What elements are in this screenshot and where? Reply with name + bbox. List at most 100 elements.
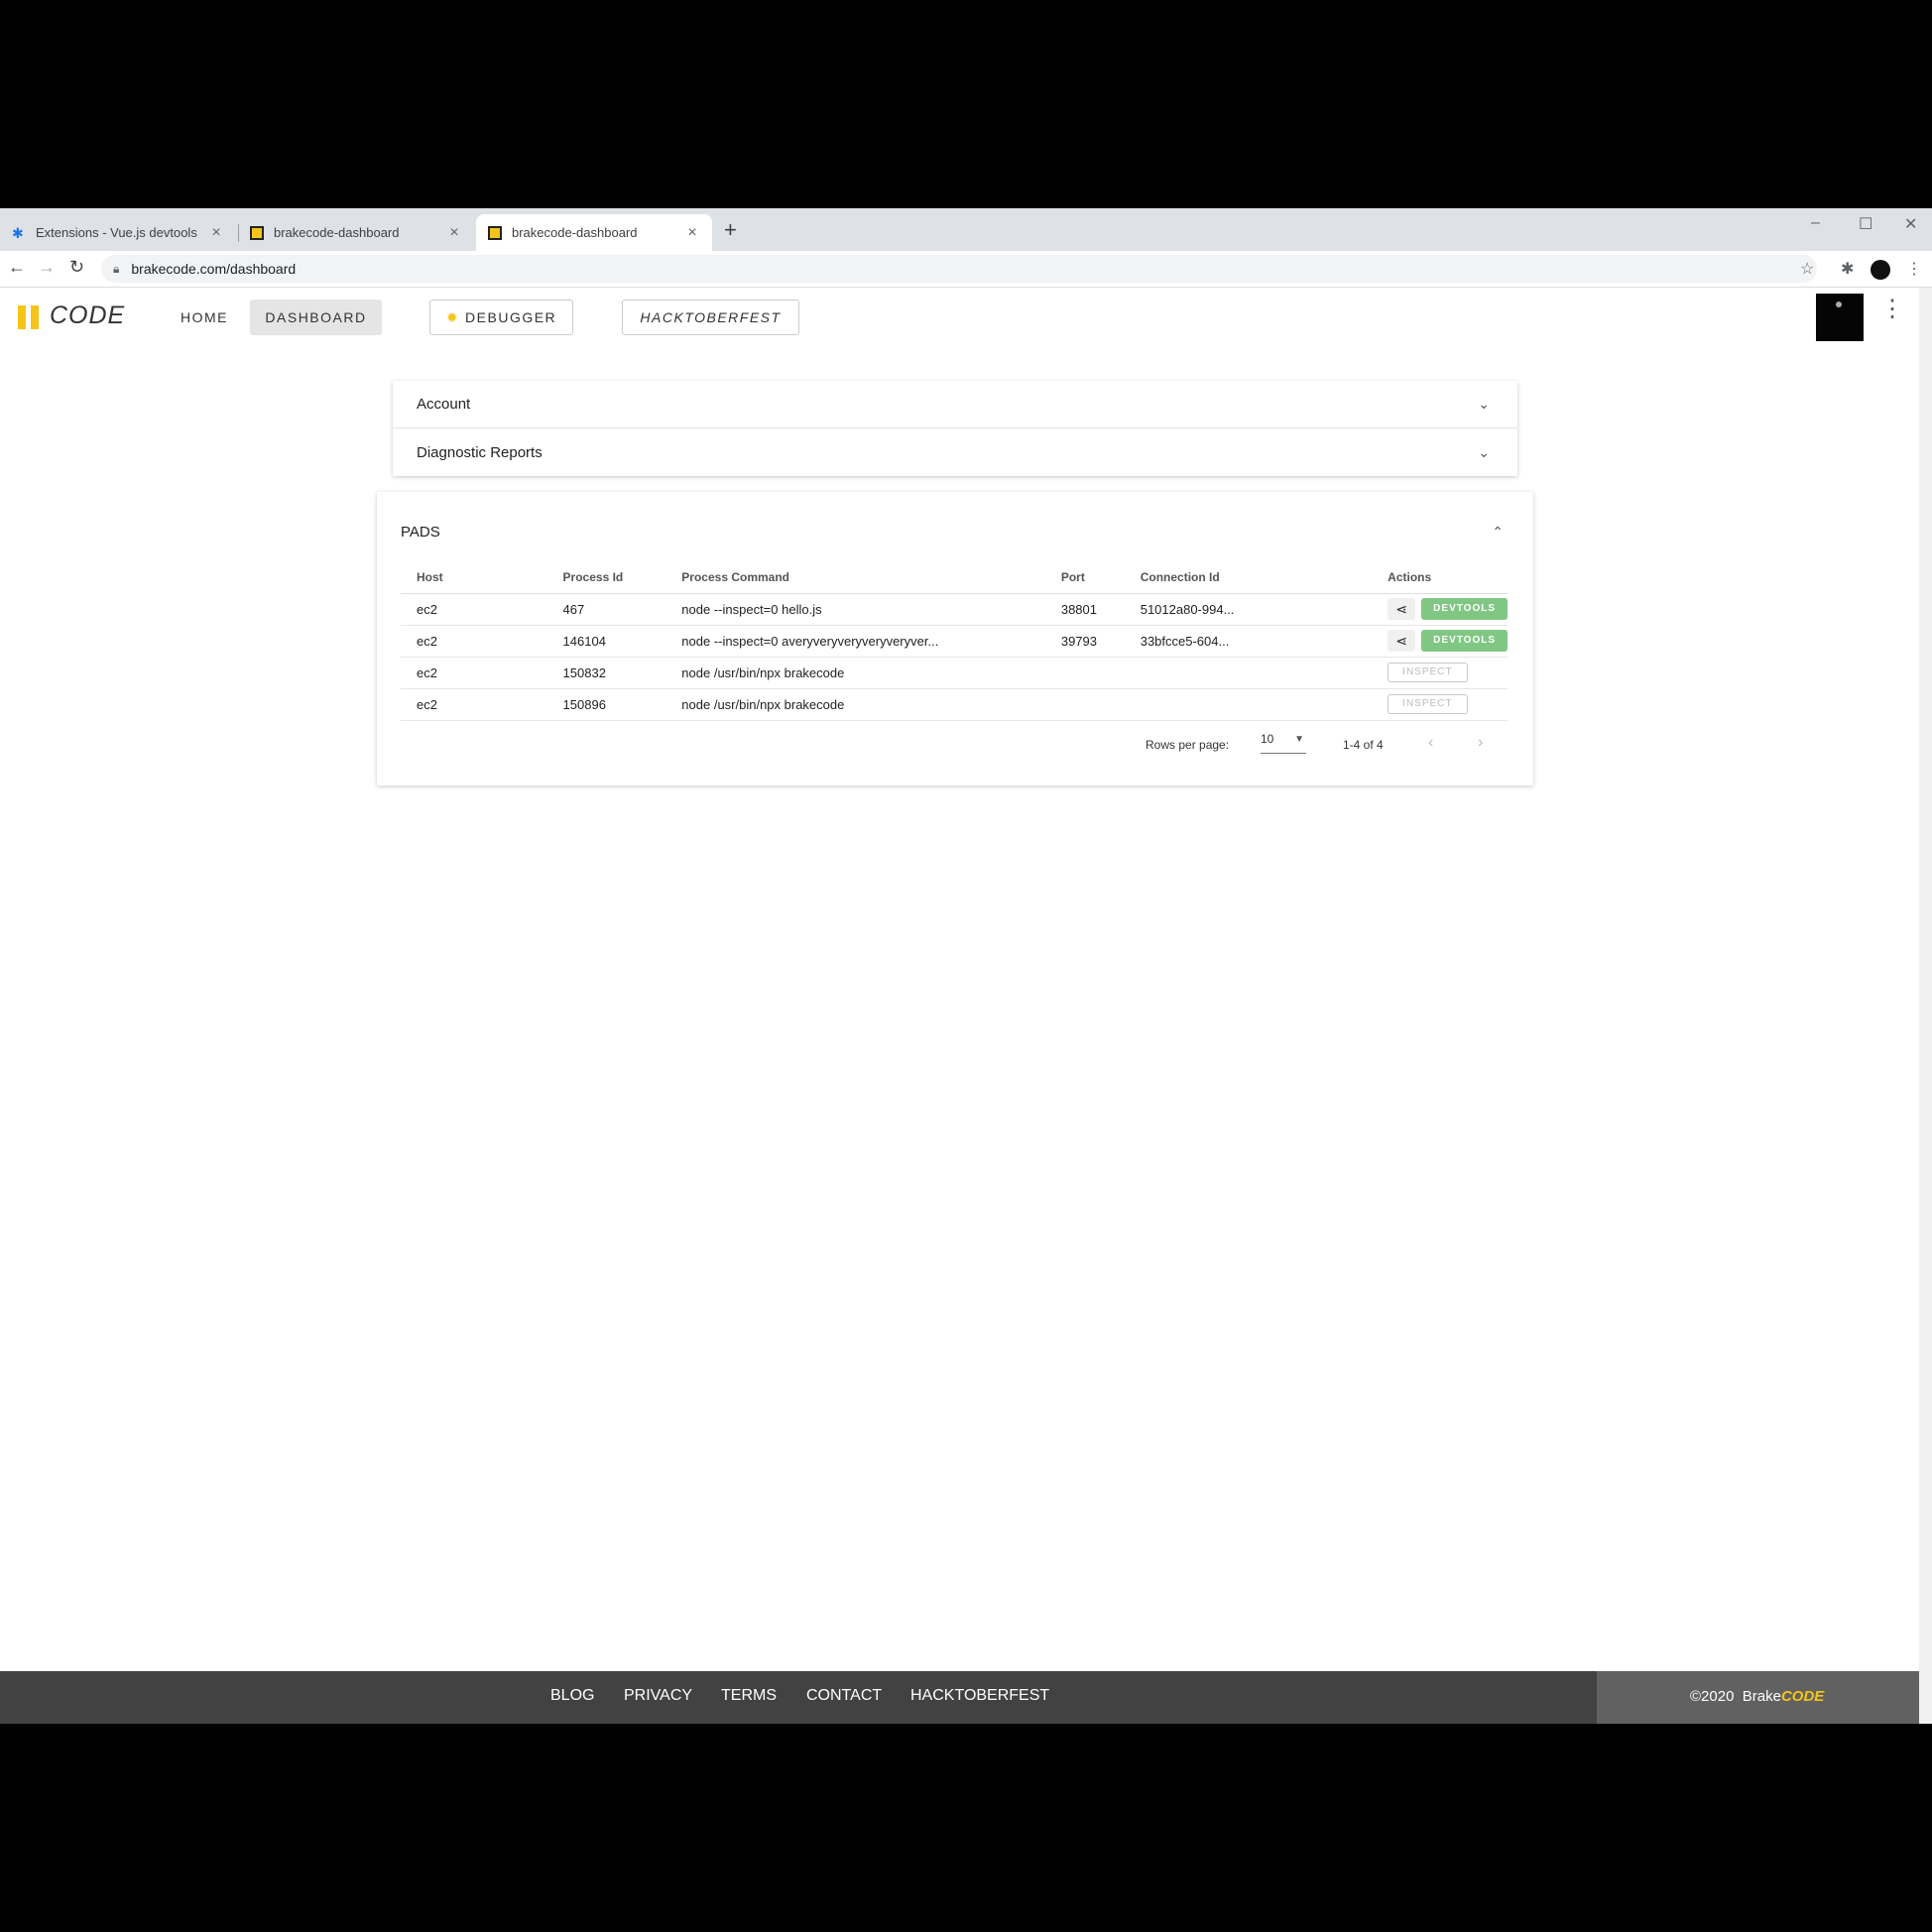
chevron-down-icon: ⌄: [1478, 443, 1490, 460]
prev-page-icon[interactable]: ‹: [1428, 734, 1433, 752]
col-connection-id[interactable]: Connection Id: [1124, 561, 1373, 594]
cell-port: [1044, 688, 1125, 721]
bookmark-star-icon[interactable]: ☆: [1800, 259, 1814, 279]
url-text: brakecode.com/dashboard: [131, 261, 297, 277]
footer-link-hacktoberfest[interactable]: HACKTOBERFEST: [910, 1687, 1049, 1705]
tab-dashboard-1[interactable]: brakecode-dashboard ×: [238, 214, 474, 251]
cell-actions: INSPECT: [1372, 688, 1508, 721]
rows-per-page-select[interactable]: 10 ▼: [1261, 732, 1306, 754]
cell-command: node --inspect=0 averyveryveryveryveryve…: [665, 625, 1045, 658]
screen: ✱ Extensions - Vue.js devtools × brakeco…: [0, 208, 1932, 1724]
cell-actions: INSPECT: [1372, 657, 1508, 689]
back-icon[interactable]: ←: [8, 257, 26, 278]
close-icon[interactable]: ×: [684, 224, 700, 242]
minimize-icon[interactable]: –: [1811, 214, 1820, 232]
brand-suffix: CODE: [1780, 1688, 1825, 1705]
col-actions: Actions: [1372, 561, 1508, 594]
user-avatar[interactable]: [1816, 294, 1864, 341]
cell-host: ec2: [401, 625, 547, 658]
panel-account[interactable]: Account ⌄: [393, 381, 1517, 428]
footer: BLOG PRIVACY TERMS CONTACT HACKTOBERFEST…: [0, 1671, 1919, 1724]
cell-port: [1044, 657, 1125, 689]
page-scrollbar[interactable]: [1919, 288, 1932, 1724]
tab-title: Extensions - Vue.js devtools: [36, 225, 197, 240]
copyright: ©2020 BrakeCODE: [1690, 1688, 1824, 1705]
nav-debugger[interactable]: ✹ DEBUGGER: [429, 300, 573, 335]
table-row: ec2 150832 node /usr/bin/npx brakecode I…: [401, 657, 1508, 689]
cell-command: node /usr/bin/npx brakecode: [665, 688, 1045, 721]
rows-per-page-label: Rows per page:: [1146, 738, 1230, 752]
extensions-icon[interactable]: ✱: [1841, 259, 1854, 279]
share-icon[interactable]: ⋖: [1388, 630, 1416, 652]
rows-per-page-value: 10: [1261, 732, 1274, 746]
window-close-icon[interactable]: ✕: [1904, 214, 1917, 234]
cell-connection: [1124, 688, 1373, 721]
brakecode-logo-icon[interactable]: [18, 305, 39, 329]
lock-icon: 🔒︎: [113, 261, 120, 276]
nav-dashboard[interactable]: DASHBOARD: [250, 300, 382, 335]
cell-connection: [1124, 657, 1373, 689]
table-row: ec2 150896 node /usr/bin/npx brakecode I…: [401, 688, 1508, 721]
cell-pid: 467: [546, 593, 666, 626]
more-vert-icon[interactable]: ⋮: [1880, 298, 1904, 321]
logo-text[interactable]: CODE: [50, 302, 125, 330]
maximize-icon[interactable]: ☐: [1859, 214, 1872, 234]
cell-host: ec2: [401, 657, 547, 689]
next-page-icon[interactable]: ›: [1478, 734, 1483, 752]
inspect-button[interactable]: INSPECT: [1388, 663, 1468, 682]
col-process-command[interactable]: Process Command: [665, 561, 1045, 594]
cell-port: 39793: [1044, 625, 1125, 658]
table-row: ec2 467 node --inspect=0 hello.js 38801 …: [401, 593, 1508, 626]
pagination-range: 1-4 of 4: [1343, 738, 1384, 752]
account-panels: Account ⌄ Diagnostic Reports ⌄: [393, 381, 1517, 476]
cell-pid: 150832: [546, 657, 666, 689]
nav-debugger-label: DEBUGGER: [465, 309, 557, 325]
new-tab-icon[interactable]: +: [724, 219, 737, 241]
col-port[interactable]: Port: [1044, 561, 1125, 594]
cell-connection: 51012a80-994...: [1124, 593, 1373, 626]
devtools-button[interactable]: DEVTOOLS: [1421, 630, 1508, 652]
tab-title: brakecode-dashboard: [274, 225, 400, 240]
cell-actions: ⋖ DEVTOOLS: [1372, 593, 1508, 626]
cell-host: ec2: [401, 688, 547, 721]
chevron-down-icon: ⌄: [1478, 396, 1490, 412]
browser-menu-icon[interactable]: ⋮: [1906, 259, 1922, 279]
panel-diagnostic-reports[interactable]: Diagnostic Reports ⌄: [393, 428, 1517, 476]
cell-command: node /usr/bin/npx brakecode: [665, 657, 1045, 689]
chevron-up-icon[interactable]: ⌃: [1492, 524, 1504, 541]
footer-link-privacy[interactable]: PRIVACY: [624, 1687, 692, 1705]
close-icon[interactable]: ×: [446, 224, 462, 242]
reload-icon[interactable]: ↻: [69, 257, 84, 278]
cell-command: node --inspect=0 hello.js: [665, 593, 1045, 626]
tab-title: brakecode-dashboard: [512, 225, 638, 240]
browser-toolbar: ← → ↻ 🔒︎ brakecode.com/dashboard ☆ ✱ ⋮: [0, 251, 1932, 288]
tab-extensions[interactable]: ✱ Extensions - Vue.js devtools ×: [0, 214, 236, 251]
brand-prefix: Brake: [1742, 1688, 1781, 1705]
col-process-id[interactable]: Process Id: [546, 561, 666, 594]
brakecode-favicon-icon: [488, 225, 502, 240]
panel-diagnostic-label: Diagnostic Reports: [417, 443, 543, 461]
footer-link-contact[interactable]: CONTACT: [806, 1687, 882, 1705]
inspect-button[interactable]: INSPECT: [1388, 694, 1468, 714]
nav-hacktoberfest[interactable]: HACKTOBERFEST: [622, 300, 799, 335]
table-row: ec2 146104 node --inspect=0 averyveryver…: [401, 625, 1508, 658]
close-icon[interactable]: ×: [208, 224, 224, 242]
footer-link-terms[interactable]: TERMS: [721, 1687, 777, 1705]
cell-pid: 150896: [546, 688, 666, 721]
share-icon[interactable]: ⋖: [1388, 598, 1416, 620]
bug-icon: ✹: [445, 308, 460, 325]
col-host[interactable]: Host: [401, 561, 547, 594]
pads-card: PADS ⌃ Host Process Id Process Command P…: [377, 492, 1533, 785]
address-bar[interactable]: 🔒︎ brakecode.com/dashboard: [101, 255, 1817, 283]
devtools-button[interactable]: DEVTOOLS: [1421, 598, 1508, 620]
nav-home[interactable]: HOME: [167, 300, 242, 335]
pads-title[interactable]: PADS: [401, 524, 440, 541]
puzzle-icon: ✱: [12, 224, 24, 241]
cell-actions: ⋖ DEVTOOLS: [1372, 625, 1508, 658]
footer-link-blog[interactable]: BLOG: [550, 1687, 594, 1705]
forward-icon[interactable]: →: [38, 257, 56, 278]
profile-avatar-icon[interactable]: [1871, 260, 1890, 280]
tab-dashboard-active[interactable]: brakecode-dashboard ×: [476, 214, 712, 251]
table-header-row: Host Process Id Process Command Port Con…: [401, 561, 1508, 594]
cell-port: 38801: [1044, 593, 1125, 626]
